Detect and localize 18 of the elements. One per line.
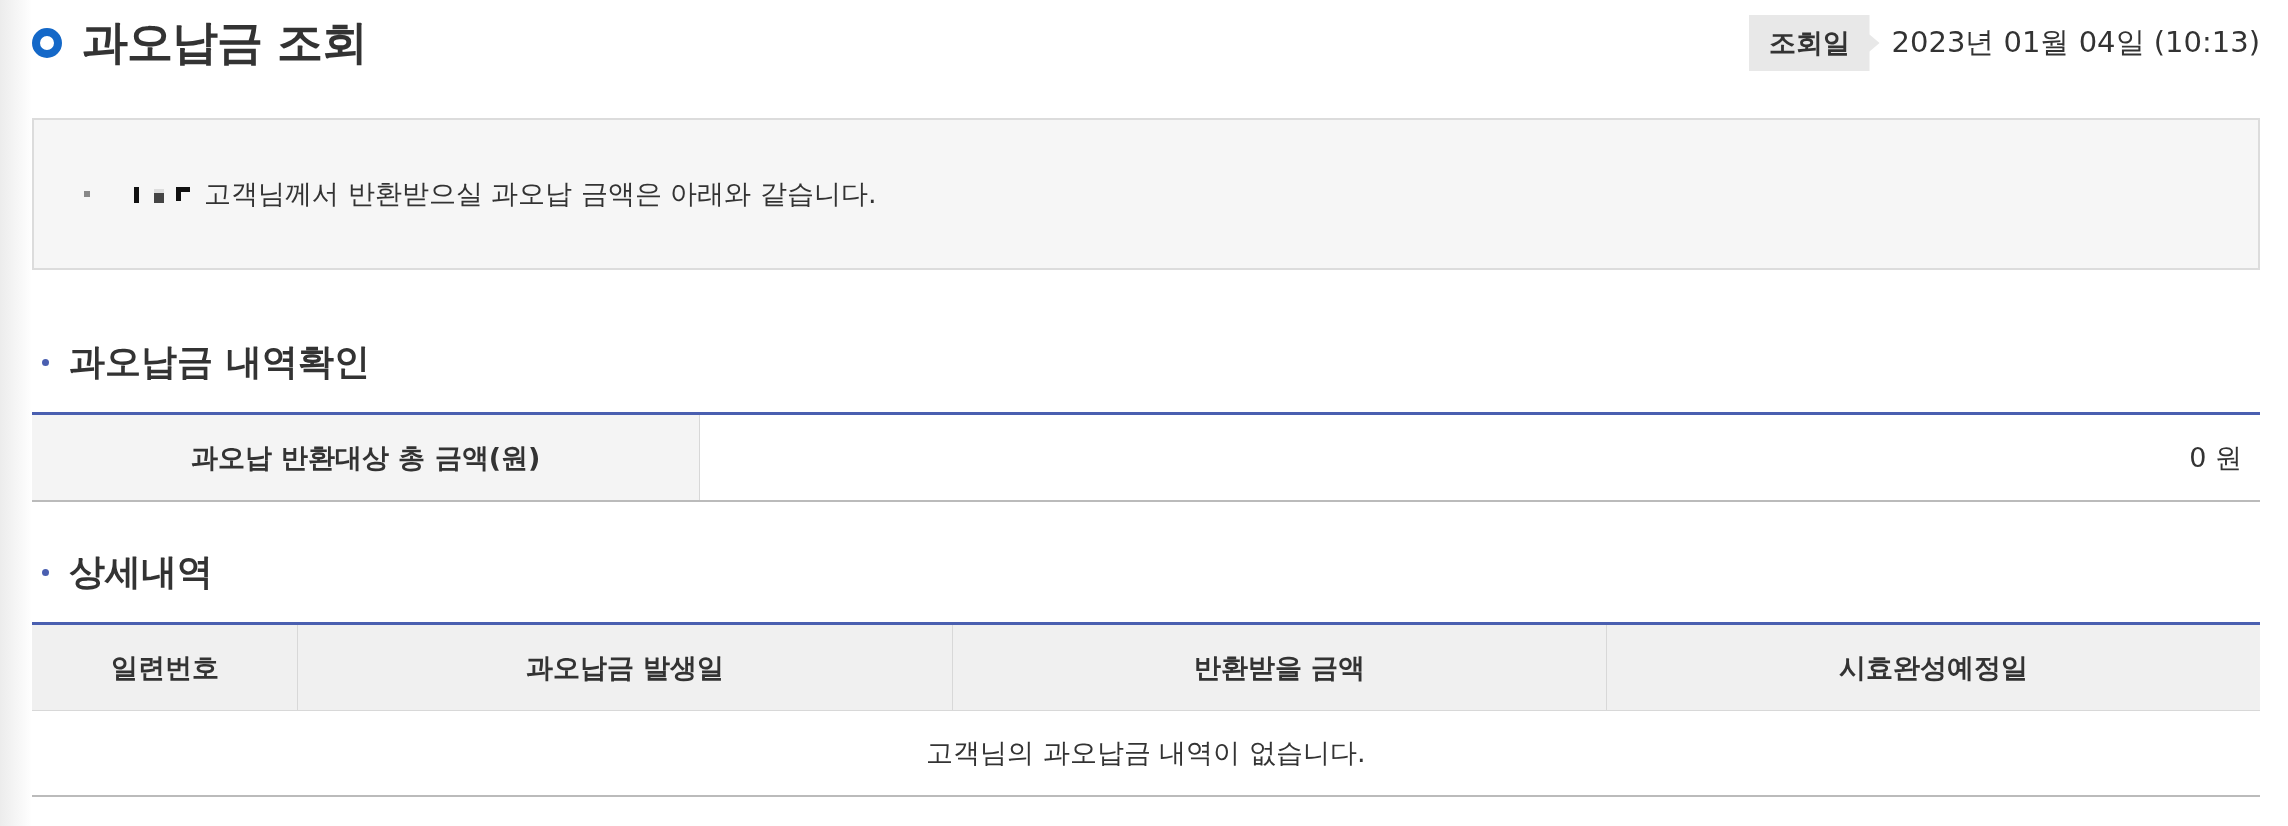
table-cell-text: 0 원 — [2188, 440, 2243, 475]
redacted-name-drawing — [134, 185, 190, 203]
table-header-cell: 시효완성예정일 — [1607, 625, 2260, 710]
bullet-icon — [42, 358, 49, 366]
bullet-icon — [84, 191, 90, 197]
date-value: 2023년 01월 04일 (10:13) — [1891, 24, 2260, 61]
page-title: 과오납금 조회 — [82, 14, 367, 71]
table-header-cell: 과오납 반환대상 총 금액(원) — [32, 415, 700, 500]
section-title: 상세내역 — [69, 549, 213, 594]
ring-icon — [32, 28, 62, 58]
table-header-cell: 과오납금 발생일 — [298, 625, 953, 710]
notice-text: 고객님께서 반환받으실 과오납 금액은 아래와 같습니다. — [204, 177, 877, 211]
empty-message: 고객님의 과오납금 내역이 없습니다. — [32, 710, 2260, 795]
section-title: 과오납금 내역확인 — [69, 339, 370, 384]
date-label: 조회일 — [1748, 15, 1880, 71]
table-header-cell: 반환받을 금액 — [953, 625, 1607, 710]
bullet-icon — [42, 568, 49, 576]
table-header-cell: 일련번호 — [32, 625, 298, 710]
